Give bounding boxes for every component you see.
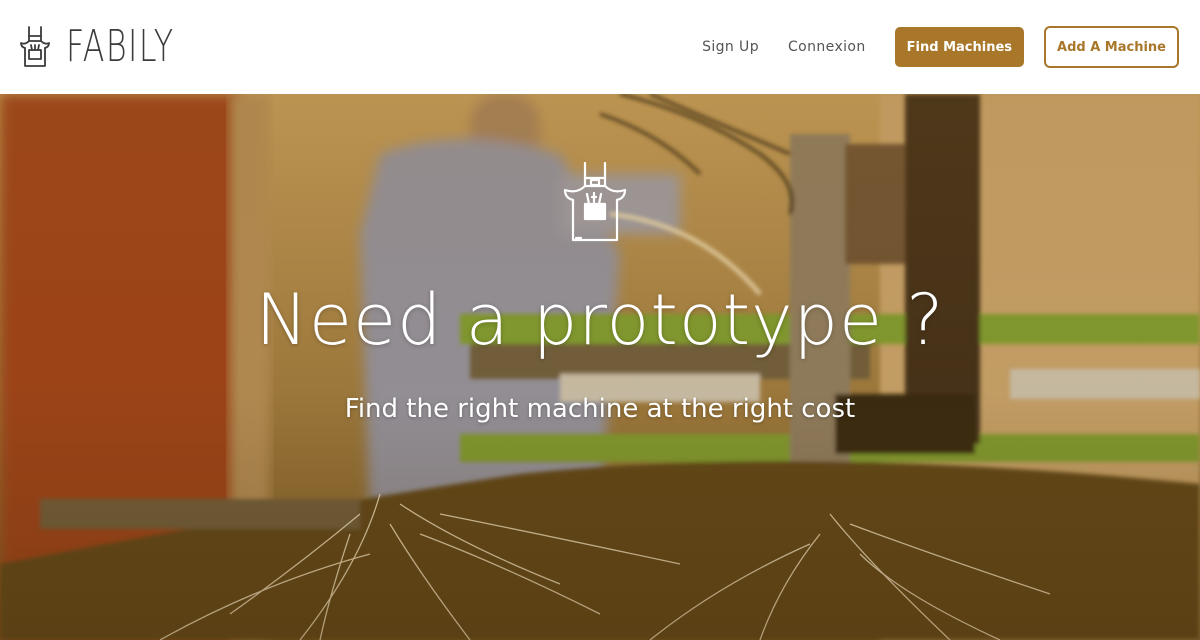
apron-tools-icon bbox=[559, 160, 631, 248]
find-machines-button[interactable]: Find Machines bbox=[894, 27, 1025, 67]
hero-subtitle: Find the right machine at the right cost bbox=[344, 394, 856, 424]
apron-icon bbox=[18, 24, 52, 70]
brand-home-link[interactable]: FABILY bbox=[18, 24, 217, 70]
add-machine-button[interactable]: Add A Machine bbox=[1044, 26, 1179, 68]
hero-title: Need a prototype ? bbox=[255, 279, 945, 361]
hero-content: Need a prototype ? Find the right machin… bbox=[0, 94, 1200, 640]
main-nav: Sign Up Connexion Find Machines Add A Ma… bbox=[702, 26, 1182, 68]
sign-up-link[interactable]: Sign Up bbox=[702, 39, 759, 55]
hero-section: Need a prototype ? Find the right machin… bbox=[0, 94, 1200, 640]
connexion-link[interactable]: Connexion bbox=[788, 39, 866, 55]
top-navbar: FABILY Sign Up Connexion Find Machines A… bbox=[0, 0, 1200, 94]
brand-name: FABILY bbox=[66, 21, 175, 72]
